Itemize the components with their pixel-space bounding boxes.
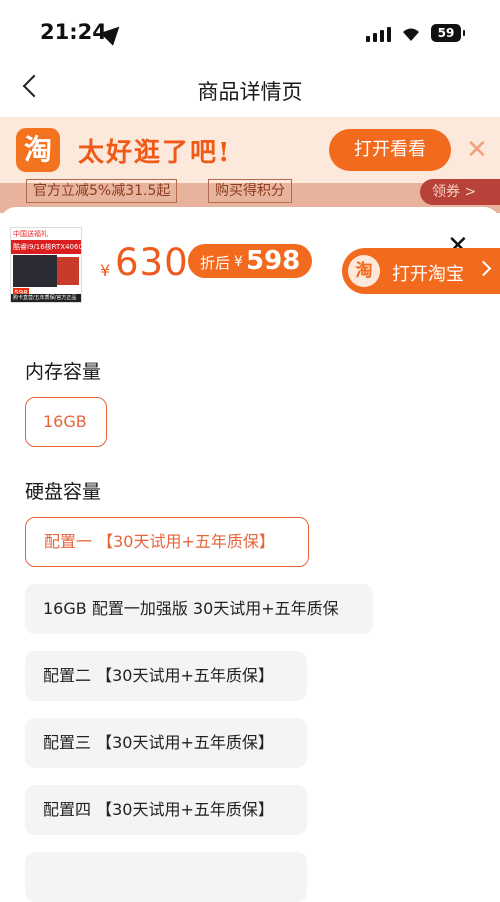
open-taobao-button[interactable]: 淘 打开淘宝 xyxy=(342,248,500,294)
thumb-product-image-2 xyxy=(57,257,79,285)
points-tag: 购买得积分 xyxy=(208,179,292,203)
battery-level: 59 xyxy=(437,26,455,40)
after-discount-label: 折后 xyxy=(200,254,231,272)
nav-bar: 商品详情页 xyxy=(0,64,500,116)
memory-option-16gb[interactable]: 16GB xyxy=(25,397,107,447)
currency-symbol: ¥ xyxy=(234,254,243,270)
taobao-logo-icon: 淘 xyxy=(16,128,60,172)
banner-slogan: 太好逛了吧! xyxy=(78,138,232,168)
coupon-button: 领券 > xyxy=(420,179,500,205)
discount-tag: 官方立减5%减31.5起 xyxy=(26,179,178,203)
discounted-price-badge: 折后 ¥ 598 xyxy=(188,244,312,278)
thumb-caption: 中国送福礼 xyxy=(11,228,81,240)
app-promo-banner: 淘 太好逛了吧! 打开看看 ✕ xyxy=(0,117,500,183)
price-value: 630 xyxy=(115,241,189,284)
disk-option-6-partial[interactable] xyxy=(25,852,307,902)
status-bar: 21:24 59 xyxy=(0,0,500,64)
status-time: 21:24 xyxy=(40,20,107,44)
currency-symbol: ¥ xyxy=(100,261,111,280)
disk-option-2[interactable]: 16GB 配置一加强版 30天试用+五年质保 xyxy=(25,584,373,634)
chevron-right-icon xyxy=(475,260,492,277)
thumb-product-image xyxy=(13,255,57,287)
close-banner-icon[interactable]: ✕ xyxy=(466,135,488,165)
page-title: 商品详情页 xyxy=(197,80,303,104)
open-taobao-label: 打开淘宝 xyxy=(392,264,464,285)
thumb-headline: 酷睿i9/16核RTX4060独显 xyxy=(11,240,81,265)
wifi-icon xyxy=(403,28,419,41)
thumb-footer: 购卡直营/五年质保/官方正品 xyxy=(11,294,81,302)
disk-option-4[interactable]: 配置三 【30天试用+五年质保】 xyxy=(25,718,307,768)
disk-option-3[interactable]: 配置二 【30天试用+五年质保】 xyxy=(25,651,307,701)
cellular-signal-icon xyxy=(366,26,392,42)
product-thumbnail: 中国送福礼 酷睿i9/16核RTX4060独显 598 购卡直营/五年质保/官方… xyxy=(10,227,82,303)
battery-icon: 59 xyxy=(431,24,465,42)
disk-option-1[interactable]: 配置一 【30天试用+五年质保】 xyxy=(25,517,309,567)
taobao-icon: 淘 xyxy=(348,255,380,287)
open-app-button[interactable]: 打开看看 xyxy=(329,129,451,171)
after-discount-price: 598 xyxy=(246,246,301,276)
disk-option-5[interactable]: 配置四 【30天试用+五年质保】 xyxy=(25,785,307,835)
memory-section-title: 内存容量 xyxy=(25,361,102,383)
sku-selector-sheet: 中国送福礼 酷睿i9/16核RTX4060独显 598 购卡直营/五年质保/官方… xyxy=(0,207,500,902)
disk-section-title: 硬盘容量 xyxy=(25,481,102,503)
